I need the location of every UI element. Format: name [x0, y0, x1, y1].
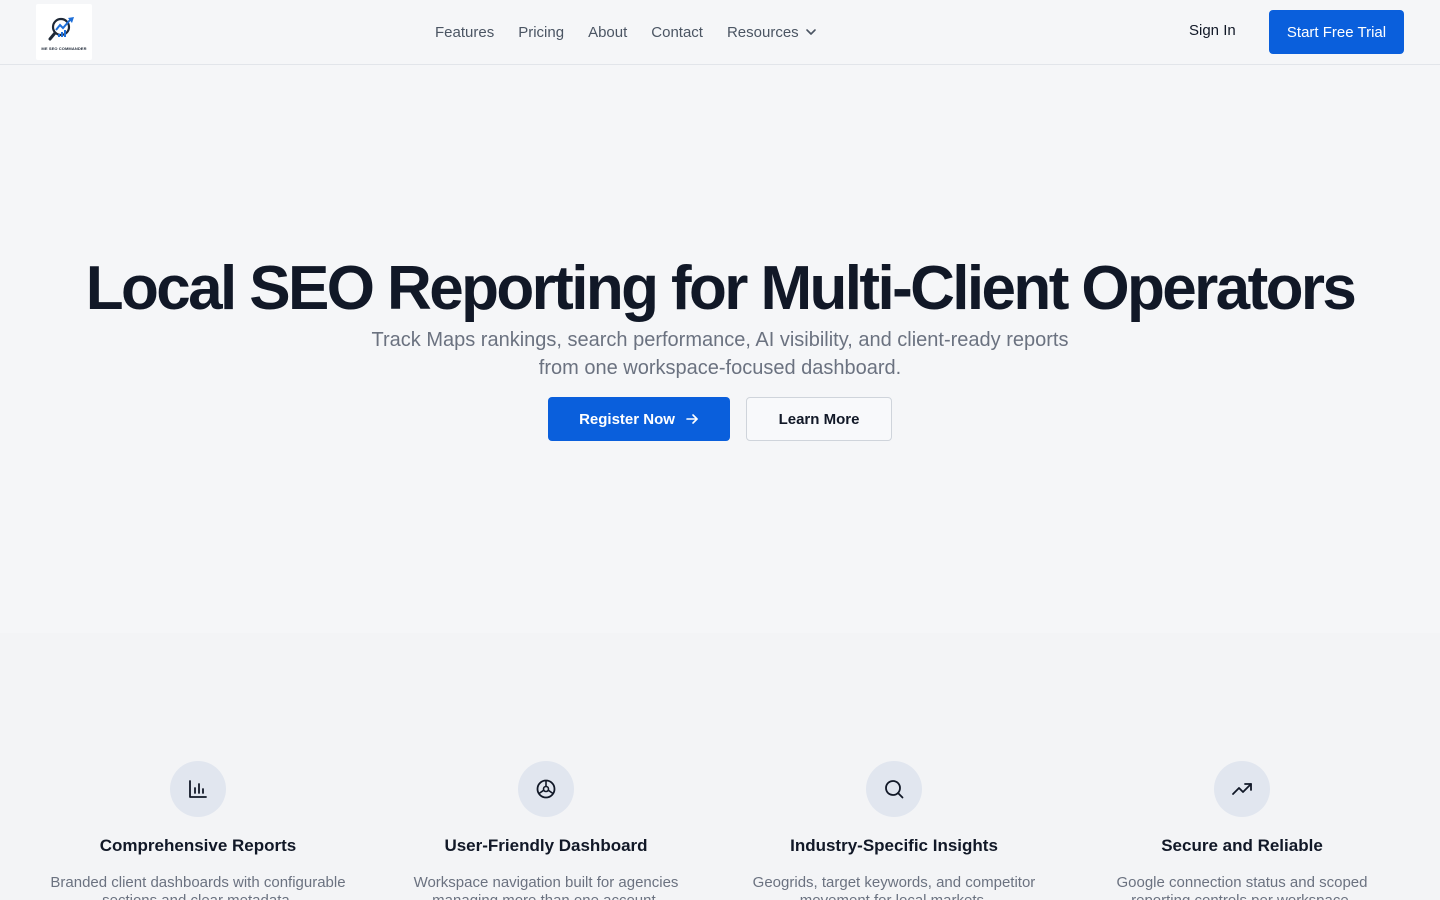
- learn-more-button[interactable]: Learn More: [746, 397, 892, 441]
- feature-description: Geogrids, target keywords, and competito…: [752, 874, 1036, 900]
- dashboard-dial-icon: [536, 779, 556, 799]
- brand-logo[interactable]: ME SEO COMMANDER: [36, 4, 92, 60]
- feature-card: User-Friendly Dashboard Workspace naviga…: [372, 761, 720, 900]
- feature-card: Secure and Reliable Google connection st…: [1068, 761, 1416, 900]
- nav-resources-label: Resources: [726, 23, 799, 41]
- register-now-label: Register Now: [579, 410, 675, 428]
- feature-title: User-Friendly Dashboard: [444, 836, 648, 855]
- register-now-button[interactable]: Register Now: [548, 397, 730, 441]
- feature-icon-circle: [1214, 761, 1270, 817]
- nav-features[interactable]: Features: [435, 24, 494, 41]
- feature-icon-circle: [170, 761, 226, 817]
- nav-pricing[interactable]: Pricing: [518, 24, 564, 41]
- search-icon: [885, 780, 904, 799]
- feature-title: Comprehensive Reports: [99, 836, 297, 855]
- bar-chart-icon: [189, 780, 207, 798]
- logo-magnifier-icon: [48, 16, 74, 40]
- feature-card: Comprehensive Reports Branded client das…: [24, 761, 372, 900]
- feature-title: Industry-Specific Insights: [790, 836, 998, 855]
- primary-nav: Features Pricing About Contact Resources: [435, 0, 817, 64]
- hero-subtitle: Track Maps rankings, search performance,…: [371, 329, 1069, 379]
- hero-section: Local SEO Reporting for Multi-Client Ope…: [0, 65, 1440, 633]
- feature-icon-circle: [866, 761, 922, 817]
- top-navigation: ME SEO COMMANDER Features Pricing About …: [0, 0, 1440, 65]
- nav-resources-dropdown[interactable]: Resources: [727, 24, 817, 41]
- feature-description: Branded client dashboards with configura…: [50, 874, 346, 900]
- hero-title: Local SEO Reporting for Multi-Client Ope…: [85, 254, 1357, 323]
- trending-up-icon: [1232, 783, 1252, 795]
- start-free-trial-button[interactable]: Start Free Trial: [1269, 10, 1404, 54]
- feature-description: Workspace navigation built for agencies …: [413, 874, 679, 900]
- sign-in-link[interactable]: Sign In: [1189, 22, 1236, 39]
- features-section: Comprehensive Reports Branded client das…: [0, 633, 1440, 900]
- feature-description: Google connection status and scoped repo…: [1116, 874, 1368, 900]
- logo-text: ME SEO COMMANDER: [41, 45, 87, 51]
- arrow-right-icon: [686, 414, 698, 424]
- feature-title: Secure and Reliable: [1161, 836, 1323, 855]
- feature-icon-circle: [518, 761, 574, 817]
- nav-contact[interactable]: Contact: [651, 24, 703, 41]
- chevron-down-icon: [805, 29, 816, 35]
- feature-card: Industry-Specific Insights Geogrids, tar…: [720, 761, 1068, 900]
- nav-about[interactable]: About: [588, 24, 627, 41]
